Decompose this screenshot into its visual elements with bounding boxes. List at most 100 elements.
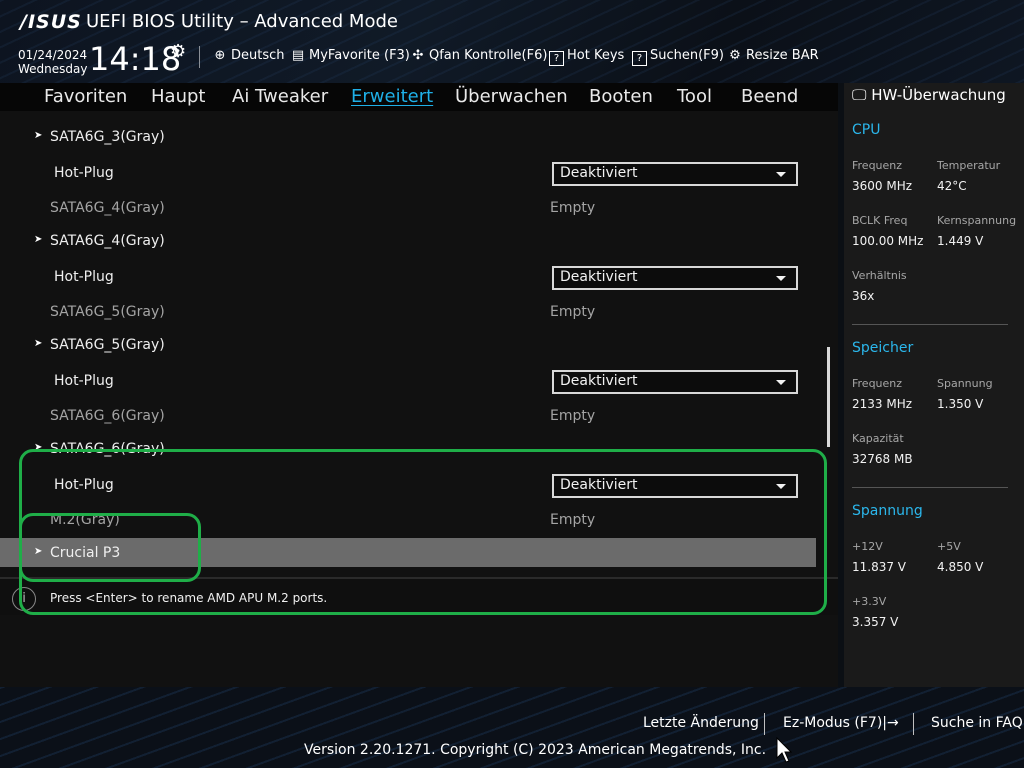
mem-voltage-value: 1.350 V — [937, 397, 984, 411]
hotplug1-select[interactable]: Deaktiviert — [552, 162, 798, 186]
mem-capacity-value: 32768 MB — [852, 452, 913, 466]
sata4-value: Empty — [550, 200, 596, 216]
hw-divider — [852, 324, 1008, 325]
hw-monitor-panel: 🖵 HW-Überwachung CPU Frequenz Temperatur… — [844, 83, 1024, 687]
tab-ai-tweaker[interactable]: Ai Tweaker — [232, 86, 328, 107]
tab-haupt[interactable]: Haupt — [151, 86, 205, 107]
tab-tool[interactable]: Tool — [677, 86, 712, 107]
v33-value: 3.357 V — [852, 615, 899, 629]
resizebar-label: Resize BAR — [746, 48, 819, 63]
v5-label: +5V — [937, 540, 961, 553]
tab-booten[interactable]: Booten — [589, 86, 653, 107]
hotkeys-label: Hot Keys — [567, 48, 625, 63]
mem-capacity-label: Kapazität — [852, 432, 904, 445]
ratio-value: 36x — [852, 289, 875, 303]
chevron-down-icon — [776, 172, 786, 177]
hw-title-text: HW-Überwachung — [871, 86, 1006, 104]
search-button[interactable]: ? Suchen(F9) — [632, 48, 724, 66]
myfavorite-label: MyFavorite (F3) — [309, 48, 410, 63]
search-question-icon: ? — [632, 51, 647, 66]
core-voltage-value: 1.449 V — [937, 234, 984, 248]
qfan-button[interactable]: ✣ Qfan Kontrolle(F6) — [410, 48, 548, 63]
sata3-submenu[interactable]: ➤ SATA6G_3(Gray) — [0, 122, 816, 152]
date-display: 01/24/2024 Wednesday — [18, 48, 87, 76]
v12-label: +12V — [852, 540, 883, 553]
mem-freq-label: Frequenz — [852, 377, 903, 390]
sata3-header-label: SATA6G_3(Gray) — [50, 129, 165, 145]
monitor-icon: 🖵 — [852, 86, 867, 104]
search-label: Suchen(F9) — [650, 48, 725, 63]
copyright-text: Version 2.20.1271. Copyright (C) 2023 Am… — [304, 742, 767, 758]
favorite-list-icon: ▤ — [291, 48, 305, 63]
hotplug2-row: Hot-Plug Deaktiviert — [0, 262, 816, 292]
globe-icon: ⊕ — [214, 48, 226, 63]
bclk-value: 100.00 MHz — [852, 234, 924, 248]
weekday-text: Wednesday — [18, 62, 88, 76]
v5-value: 4.850 V — [937, 560, 984, 574]
cpu-temp-value: 42°C — [937, 179, 967, 193]
main-menu: Favoriten Haupt Ai Tweaker Erweitert Übe… — [0, 83, 838, 111]
scrollbar[interactable] — [827, 347, 830, 447]
hotplug3-value: Deaktiviert — [560, 373, 638, 389]
qfan-label: Qfan Kontrolle(F6) — [429, 48, 548, 63]
tab-favoriten[interactable]: Favoriten — [44, 86, 127, 107]
hw-divider — [852, 487, 1008, 488]
sata4-submenu[interactable]: ➤ SATA6G_4(Gray) — [0, 226, 816, 256]
sata5-value: Empty — [550, 304, 596, 320]
cpu-section-title: CPU — [852, 122, 881, 138]
sata6-info-row: SATA6G_6(Gray) Empty — [0, 401, 816, 431]
last-change-button[interactable]: Letzte Änderung — [643, 715, 759, 731]
hotplug1-row: Hot-Plug Deaktiviert — [0, 158, 816, 188]
hotplug2-select[interactable]: Deaktiviert — [552, 266, 798, 290]
faq-search-button[interactable]: Suche in FAQ — [931, 715, 1023, 731]
tab-erweitert[interactable]: Erweitert — [351, 86, 433, 107]
tab-beend[interactable]: Beend — [741, 86, 798, 107]
date-text: 01/24/2024 — [18, 48, 88, 62]
memory-section-title: Speicher — [852, 340, 914, 356]
sata4-info-row: SATA6G_4(Gray) Empty — [0, 193, 816, 223]
exit-arrow-icon: → — [887, 715, 899, 731]
chevron-down-icon — [776, 380, 786, 385]
voltage-section-title: Spannung — [852, 503, 923, 519]
mouse-cursor-icon — [776, 737, 792, 763]
hotplug2-value: Deaktiviert — [560, 269, 638, 285]
clock-time: 14:18 — [89, 40, 182, 78]
footer-divider — [913, 713, 914, 735]
v12-value: 11.837 V — [852, 560, 907, 574]
hotplug1-value: Deaktiviert — [560, 165, 638, 181]
core-voltage-label: Kernspannung — [937, 214, 1017, 227]
fan-icon: ✣ — [412, 48, 424, 63]
highlight-box-small — [19, 513, 201, 582]
asus-logo: /ISUS — [20, 11, 82, 33]
sata6-value: Empty — [550, 408, 596, 424]
hotplug3-row: Hot-Plug Deaktiviert — [0, 366, 816, 396]
mem-freq-value: 2133 MHz — [852, 397, 913, 411]
sata4-header-label: SATA6G_4(Gray) — [50, 233, 165, 249]
mem-voltage-label: Spannung — [937, 377, 993, 390]
ratio-label: Verhältnis — [852, 269, 907, 282]
sata5-label: SATA6G_5(Gray) — [50, 304, 165, 320]
header-bar: /ISUS UEFI BIOS Utility – Advanced Mode … — [0, 0, 1024, 83]
question-icon: ? — [549, 51, 564, 66]
gear-icon[interactable]: ⚙ — [170, 41, 186, 62]
ez-mode-button[interactable]: Ez-Modus (F7)|→ — [783, 715, 899, 731]
submenu-arrow-icon: ➤ — [34, 234, 43, 245]
hotplug3-select[interactable]: Deaktiviert — [552, 370, 798, 394]
submenu-arrow-icon: ➤ — [34, 338, 43, 349]
language-button[interactable]: ⊕ Deutsch — [212, 48, 285, 63]
tab-ueberwachen[interactable]: Überwachen — [455, 86, 568, 107]
hotplug2-label: Hot-Plug — [54, 269, 114, 285]
toolbar-divider — [199, 46, 200, 68]
sata5-header-label: SATA6G_5(Gray) — [50, 337, 165, 353]
sata6-label: SATA6G_6(Gray) — [50, 408, 165, 424]
chevron-down-icon — [776, 276, 786, 281]
language-label: Deutsch — [231, 48, 285, 63]
sata5-submenu[interactable]: ➤ SATA6G_5(Gray) — [0, 330, 816, 360]
myfavorite-button[interactable]: ▤ MyFavorite (F3) — [290, 48, 410, 63]
footer-divider — [764, 713, 765, 735]
submenu-arrow-icon: ➤ — [34, 130, 43, 141]
resizebar-button[interactable]: ⚙ Resize BAR — [727, 48, 819, 63]
cpu-freq-value: 3600 MHz — [852, 179, 913, 193]
hotkeys-button[interactable]: ? Hot Keys — [549, 48, 624, 66]
hotplug1-label: Hot-Plug — [54, 165, 114, 181]
